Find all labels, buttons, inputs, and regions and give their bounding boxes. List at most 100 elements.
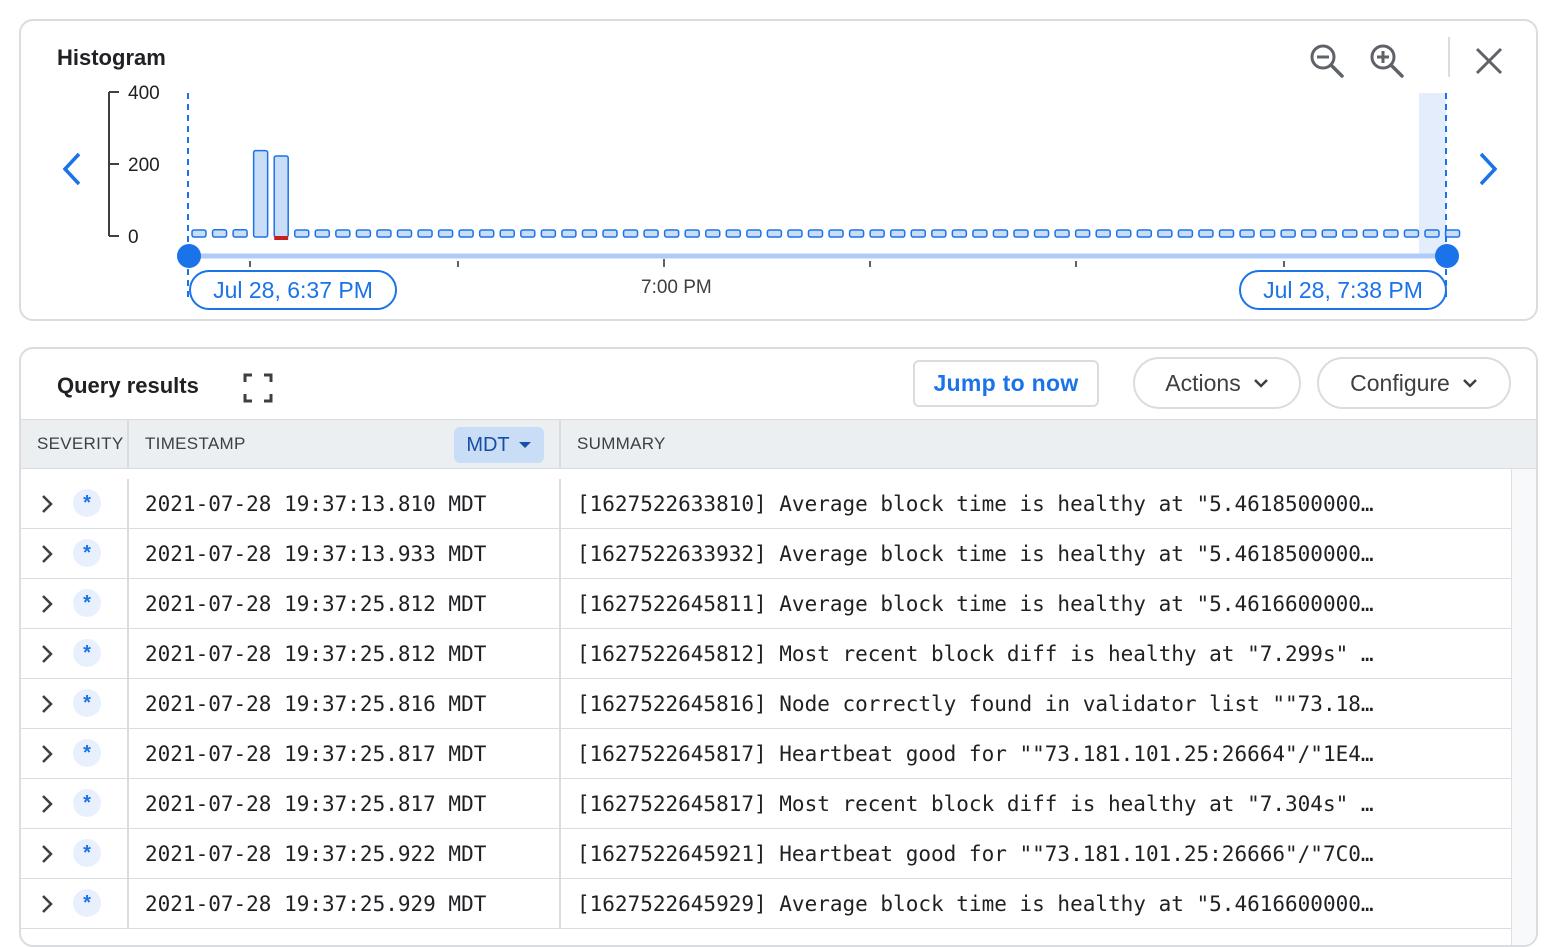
histogram-bar[interactable]	[1095, 229, 1111, 238]
histogram-bar[interactable]	[314, 229, 331, 238]
histogram-bar[interactable]	[848, 229, 865, 238]
histogram-bar[interactable]	[1033, 229, 1050, 238]
histogram-bar[interactable]	[807, 229, 824, 238]
histogram-bar[interactable]	[1218, 229, 1235, 238]
histogram-bar[interactable]	[869, 229, 885, 238]
range-end-pill[interactable]: Jul 28, 7:38 PM	[1239, 270, 1447, 310]
histogram-bar[interactable]	[355, 229, 372, 238]
histogram-bar[interactable]	[1157, 229, 1173, 238]
range-end-handle[interactable]	[1435, 244, 1459, 268]
histogram-bar[interactable]	[1074, 229, 1091, 238]
column-divider[interactable]	[559, 420, 561, 468]
chevron-right-icon[interactable]	[35, 742, 59, 766]
histogram-bar[interactable]	[335, 229, 351, 238]
histogram-bar[interactable]	[705, 229, 721, 238]
chevron-right-icon[interactable]	[35, 892, 59, 916]
histogram-bar[interactable]	[889, 229, 906, 238]
column-divider	[559, 629, 561, 679]
column-header-severity[interactable]: SEVERITY	[37, 420, 123, 468]
table-row[interactable]: * 2021-07-28 19:37:13.810 MDT [16275226338…	[21, 479, 1511, 529]
table-row[interactable]: * 2021-07-28 19:37:25.929 MDT [16275226459…	[21, 879, 1511, 929]
histogram-bar[interactable]	[478, 229, 495, 238]
actions-button[interactable]: Actions	[1133, 357, 1301, 409]
histogram-bar[interactable]	[540, 229, 557, 238]
chevron-right-icon[interactable]	[35, 642, 59, 666]
histogram-bar[interactable]	[1444, 229, 1461, 238]
histogram-bar[interactable]	[232, 229, 248, 238]
fullscreen-icon[interactable]	[241, 371, 275, 405]
histogram-bar[interactable]	[437, 229, 454, 238]
chevron-right-icon[interactable]	[35, 692, 59, 716]
table-row[interactable]: * 2021-07-28 19:37:13.933 MDT [16275226339…	[21, 529, 1511, 579]
histogram-bar[interactable]	[992, 229, 1009, 238]
histogram-bar[interactable]	[396, 229, 413, 238]
histogram-bar[interactable]	[1300, 229, 1317, 238]
histogram-bar[interactable]	[581, 229, 598, 238]
histogram-bar[interactable]	[1362, 229, 1379, 238]
histogram-bar[interactable]	[1403, 229, 1420, 238]
chevron-right-icon[interactable]	[35, 542, 59, 566]
table-row[interactable]: * 2021-07-28 19:37:25.817 MDT [16275226458…	[21, 779, 1511, 829]
range-start-pill[interactable]: Jul 28, 6:37 PM	[189, 270, 397, 310]
histogram-bar[interactable]	[643, 229, 659, 238]
histogram-bar[interactable]	[766, 229, 783, 238]
column-header-summary[interactable]: SUMMARY	[577, 420, 666, 468]
histogram-bar[interactable]	[746, 229, 762, 238]
scrollbar[interactable]	[1511, 469, 1536, 945]
histogram-bar[interactable]	[931, 229, 947, 238]
table-row[interactable]: * 2021-07-28 19:37:25.812 MDT [16275226458…	[21, 579, 1511, 629]
histogram-bar[interactable]	[561, 229, 577, 238]
chevron-right-icon[interactable]	[35, 792, 59, 816]
chevron-right-icon[interactable]	[35, 592, 59, 616]
histogram-bar[interactable]	[951, 229, 968, 238]
row-timestamp: 2021-07-28 19:37:25.817 MDT	[145, 792, 487, 816]
histogram-bar[interactable]	[787, 229, 803, 238]
histogram-bar[interactable]	[1013, 229, 1029, 238]
histogram-bar[interactable]	[211, 229, 228, 238]
configure-button[interactable]: Configure	[1317, 357, 1511, 409]
column-divider	[559, 779, 561, 829]
histogram-bar[interactable]	[191, 229, 207, 238]
histogram-bar[interactable]	[1198, 229, 1214, 238]
timezone-dropdown[interactable]: MDT	[454, 427, 544, 463]
histogram-bar[interactable]	[684, 229, 700, 238]
column-divider[interactable]	[127, 420, 129, 468]
histogram-bar[interactable]	[458, 229, 474, 238]
histogram-bar[interactable]	[520, 229, 536, 238]
table-row[interactable]: * 2021-07-28 19:37:25.922 MDT [16275226459…	[21, 829, 1511, 879]
histogram-bar[interactable]	[910, 229, 926, 238]
histogram-bar[interactable]	[622, 229, 639, 238]
histogram-bar[interactable]	[1054, 229, 1070, 238]
histogram-bar[interactable]	[1342, 229, 1358, 238]
histogram-bar[interactable]	[1136, 229, 1153, 238]
histogram-bar[interactable]	[602, 229, 618, 238]
histogram-bar[interactable]	[725, 229, 742, 238]
histogram-bar[interactable]	[972, 229, 988, 238]
chevron-right-icon[interactable]	[35, 842, 59, 866]
histogram-bar[interactable]	[1383, 229, 1399, 238]
histogram-bar[interactable]	[1280, 229, 1296, 238]
table-row[interactable]: * 2021-07-28 19:37:25.812 MDT [16275226458…	[21, 629, 1511, 679]
histogram-bar[interactable]	[828, 229, 844, 238]
table-row[interactable]: * 2021-07-28 19:37:25.816 MDT [16275226458…	[21, 679, 1511, 729]
jump-to-now-button[interactable]: Jump to now	[913, 360, 1099, 407]
histogram-bar[interactable]	[417, 229, 433, 238]
time-tick-label: 7:00 PM	[641, 277, 712, 298]
histogram-bar[interactable]	[252, 149, 269, 238]
histogram-bar[interactable]	[499, 229, 515, 238]
histogram-bar[interactable]	[294, 229, 310, 238]
column-header-timestamp[interactable]: TIMESTAMP	[145, 420, 246, 468]
chevron-right-icon[interactable]	[35, 492, 59, 516]
histogram-bar[interactable]	[1424, 229, 1440, 238]
range-start-handle[interactable]	[177, 244, 201, 268]
histogram-bar[interactable]	[1259, 229, 1276, 238]
histogram-bar[interactable]	[663, 229, 680, 238]
histogram-bar[interactable]	[1116, 229, 1132, 238]
histogram-bar[interactable]	[1177, 229, 1194, 238]
histogram-bar[interactable]	[273, 155, 289, 238]
configure-label: Configure	[1350, 369, 1450, 396]
table-row[interactable]: * 2021-07-28 19:37:25.817 MDT [16275226458…	[21, 729, 1511, 779]
histogram-bar[interactable]	[1321, 229, 1337, 238]
histogram-bar[interactable]	[376, 229, 392, 238]
histogram-bar[interactable]	[1239, 229, 1255, 238]
